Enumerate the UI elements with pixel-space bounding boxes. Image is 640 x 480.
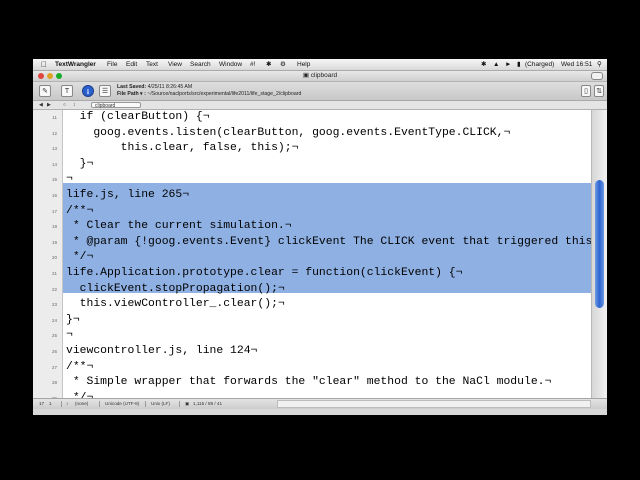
line-number: 24 <box>51 317 57 323</box>
menu-view[interactable]: View <box>168 59 182 70</box>
code-line[interactable]: ¬ <box>66 173 73 185</box>
vertical-scrollbar-thumb[interactable] <box>595 180 604 308</box>
status-line-number[interactable]: 17 <box>39 399 44 409</box>
last-saved-value: 4/25/11 8:26:45 AM <box>147 84 193 90</box>
line-number: 25 <box>51 333 57 339</box>
back-arrow-icon[interactable]: ◀ <box>39 101 43 109</box>
line-number-gutter: 1112131415161718192021222324252627282930… <box>33 110 63 415</box>
window-bottom-edge <box>33 409 607 415</box>
menu-help[interactable]: Help <box>297 59 310 70</box>
code-line[interactable]: /**¬ <box>66 361 93 373</box>
line-number: 11 <box>52 115 57 120</box>
document-icon: ▣ <box>302 72 309 79</box>
menu-clock[interactable]: Wed 16:51 <box>561 59 592 70</box>
status-encoding[interactable]: Unicode (UTF-8) <box>105 399 139 409</box>
code-line[interactable]: if (clearButton) {¬ <box>66 111 210 123</box>
line-number: 23 <box>51 302 57 308</box>
code-line[interactable]: }¬ <box>66 158 94 170</box>
status-line-endings[interactable]: Unix (LF) <box>151 399 170 409</box>
document-popup-label: clipboard <box>95 103 116 109</box>
counterpart-icon[interactable]: ☰ <box>99 85 111 97</box>
line-number: 18 <box>51 224 57 230</box>
code-line[interactable]: * Clear the current simulation.¬ <box>66 220 292 232</box>
code-line[interactable]: this.clear, false, this);¬ <box>66 142 299 154</box>
code-line[interactable]: * @param {!goog.events.Event} clickEvent… <box>66 236 591 248</box>
menu-search[interactable]: Search <box>190 59 211 70</box>
line-number: 19 <box>51 239 57 245</box>
status-function-popup-icon[interactable]: ↕ <box>66 399 68 409</box>
code-line[interactable]: life.Application.prototype.clear = funct… <box>66 267 462 279</box>
line-number: 17 <box>51 208 57 214</box>
line-number: 28 <box>51 380 57 386</box>
forward-arrow-icon[interactable]: ▶ <box>47 101 51 109</box>
line-number: 21 <box>51 271 57 276</box>
line-number: 14 <box>51 161 57 167</box>
menu-edit[interactable]: Edit <box>126 59 137 70</box>
file-path-value: ~/Source/naclports/src/experimental/life… <box>147 91 302 97</box>
status-language[interactable]: (none) <box>75 399 88 409</box>
info-icon[interactable]: i <box>82 85 94 97</box>
battery-status[interactable]: (Charged) <box>525 59 554 70</box>
menu-gear-icon[interactable]: ⚙ <box>280 59 286 70</box>
toolbar: ✎ T i ☰ Last Saved: 4/25/11 8:26:45 AM F… <box>33 82 607 101</box>
line-number: 27 <box>51 364 57 370</box>
window-title: ▣ clipboard <box>33 71 607 81</box>
line-number: 20 <box>51 255 57 261</box>
status-bar: 17 1 ↕ (none) Unicode (UTF-8) Unix (LF) … <box>33 398 607 409</box>
apple-menu-icon[interactable]:  <box>41 59 47 70</box>
line-number: 22 <box>51 286 57 292</box>
edit-pen-icon[interactable]: ✎ <box>39 85 51 97</box>
line-number: 15 <box>51 177 57 183</box>
code-line[interactable]: viewcontroller.js, line 124¬ <box>66 345 257 357</box>
menu-tools-icon[interactable]: ✱ <box>266 59 271 70</box>
code-line[interactable]: ¬ <box>66 329 73 341</box>
title-bar: ▣ clipboard <box>33 71 607 82</box>
wifi-icon[interactable]: ▲ <box>493 59 499 70</box>
status-counts: 1,115 / 89 / 41 <box>193 401 223 406</box>
battery-icon[interactable]: ▮ <box>517 59 521 70</box>
code-line[interactable]: goog.events.listen(clearButton, goog.eve… <box>66 127 510 139</box>
menu-bar:  TextWrangler File Edit Text View Searc… <box>33 59 607 71</box>
document-popup[interactable]: clipboard <box>91 102 141 109</box>
document-icon[interactable]: ▣ <box>185 399 189 409</box>
menu-app-name[interactable]: TextWrangler <box>55 59 96 70</box>
horizontal-scrollbar[interactable] <box>277 400 591 408</box>
code-line[interactable]: life.js, line 265¬ <box>66 189 189 201</box>
sidebar-toggle-icon[interactable]: ▯ <box>581 85 591 97</box>
window-title-text: clipboard <box>310 72 338 79</box>
toolbar-toggle-button[interactable] <box>591 72 603 80</box>
chevron-updown-icon[interactable]: ↕ <box>73 101 76 109</box>
status-column-number[interactable]: 1 <box>49 399 52 409</box>
code-line[interactable]: clickEvent.stopPropagation();¬ <box>66 283 285 295</box>
code-line[interactable]: */¬ <box>66 251 94 263</box>
navigation-bar: ◀ ▶ ○ ↕ clipboard <box>33 101 607 110</box>
record-icon[interactable]: ○ <box>63 101 66 109</box>
menu-scripts[interactable]: #! <box>250 59 255 70</box>
text-options-icon[interactable]: T <box>61 85 73 97</box>
code-line[interactable]: * Simple wrapper that forwards the "clea… <box>66 376 552 388</box>
split-view-icon[interactable]: ⇅ <box>594 85 604 97</box>
vertical-scrollbar[interactable] <box>591 110 607 398</box>
text-editor[interactable]: if (clearButton) {¬ goog.events.listen(c… <box>63 110 591 398</box>
line-number: 12 <box>51 130 57 136</box>
line-number: 16 <box>51 193 57 198</box>
code-line[interactable]: this.viewController_.clear();¬ <box>66 298 285 310</box>
spotlight-icon[interactable]: ⚲ <box>597 59 602 70</box>
file-path-label[interactable]: File Path ▾ : <box>117 91 146 97</box>
code-line[interactable]: /**¬ <box>66 205 93 217</box>
bluetooth-icon[interactable]: ✱ <box>481 59 486 70</box>
menu-file[interactable]: File <box>107 59 117 70</box>
line-number: 13 <box>51 146 57 152</box>
line-number: 26 <box>51 349 57 354</box>
file-info: Last Saved: 4/25/11 8:26:45 AM File Path… <box>117 84 301 98</box>
screen:  TextWrangler File Edit Text View Searc… <box>33 59 607 415</box>
volume-icon[interactable]: ► <box>505 59 511 70</box>
menu-text[interactable]: Text <box>146 59 158 70</box>
code-line[interactable]: }¬ <box>66 314 80 326</box>
last-saved-label: Last Saved: <box>117 84 147 90</box>
menu-window[interactable]: Window <box>219 59 242 70</box>
